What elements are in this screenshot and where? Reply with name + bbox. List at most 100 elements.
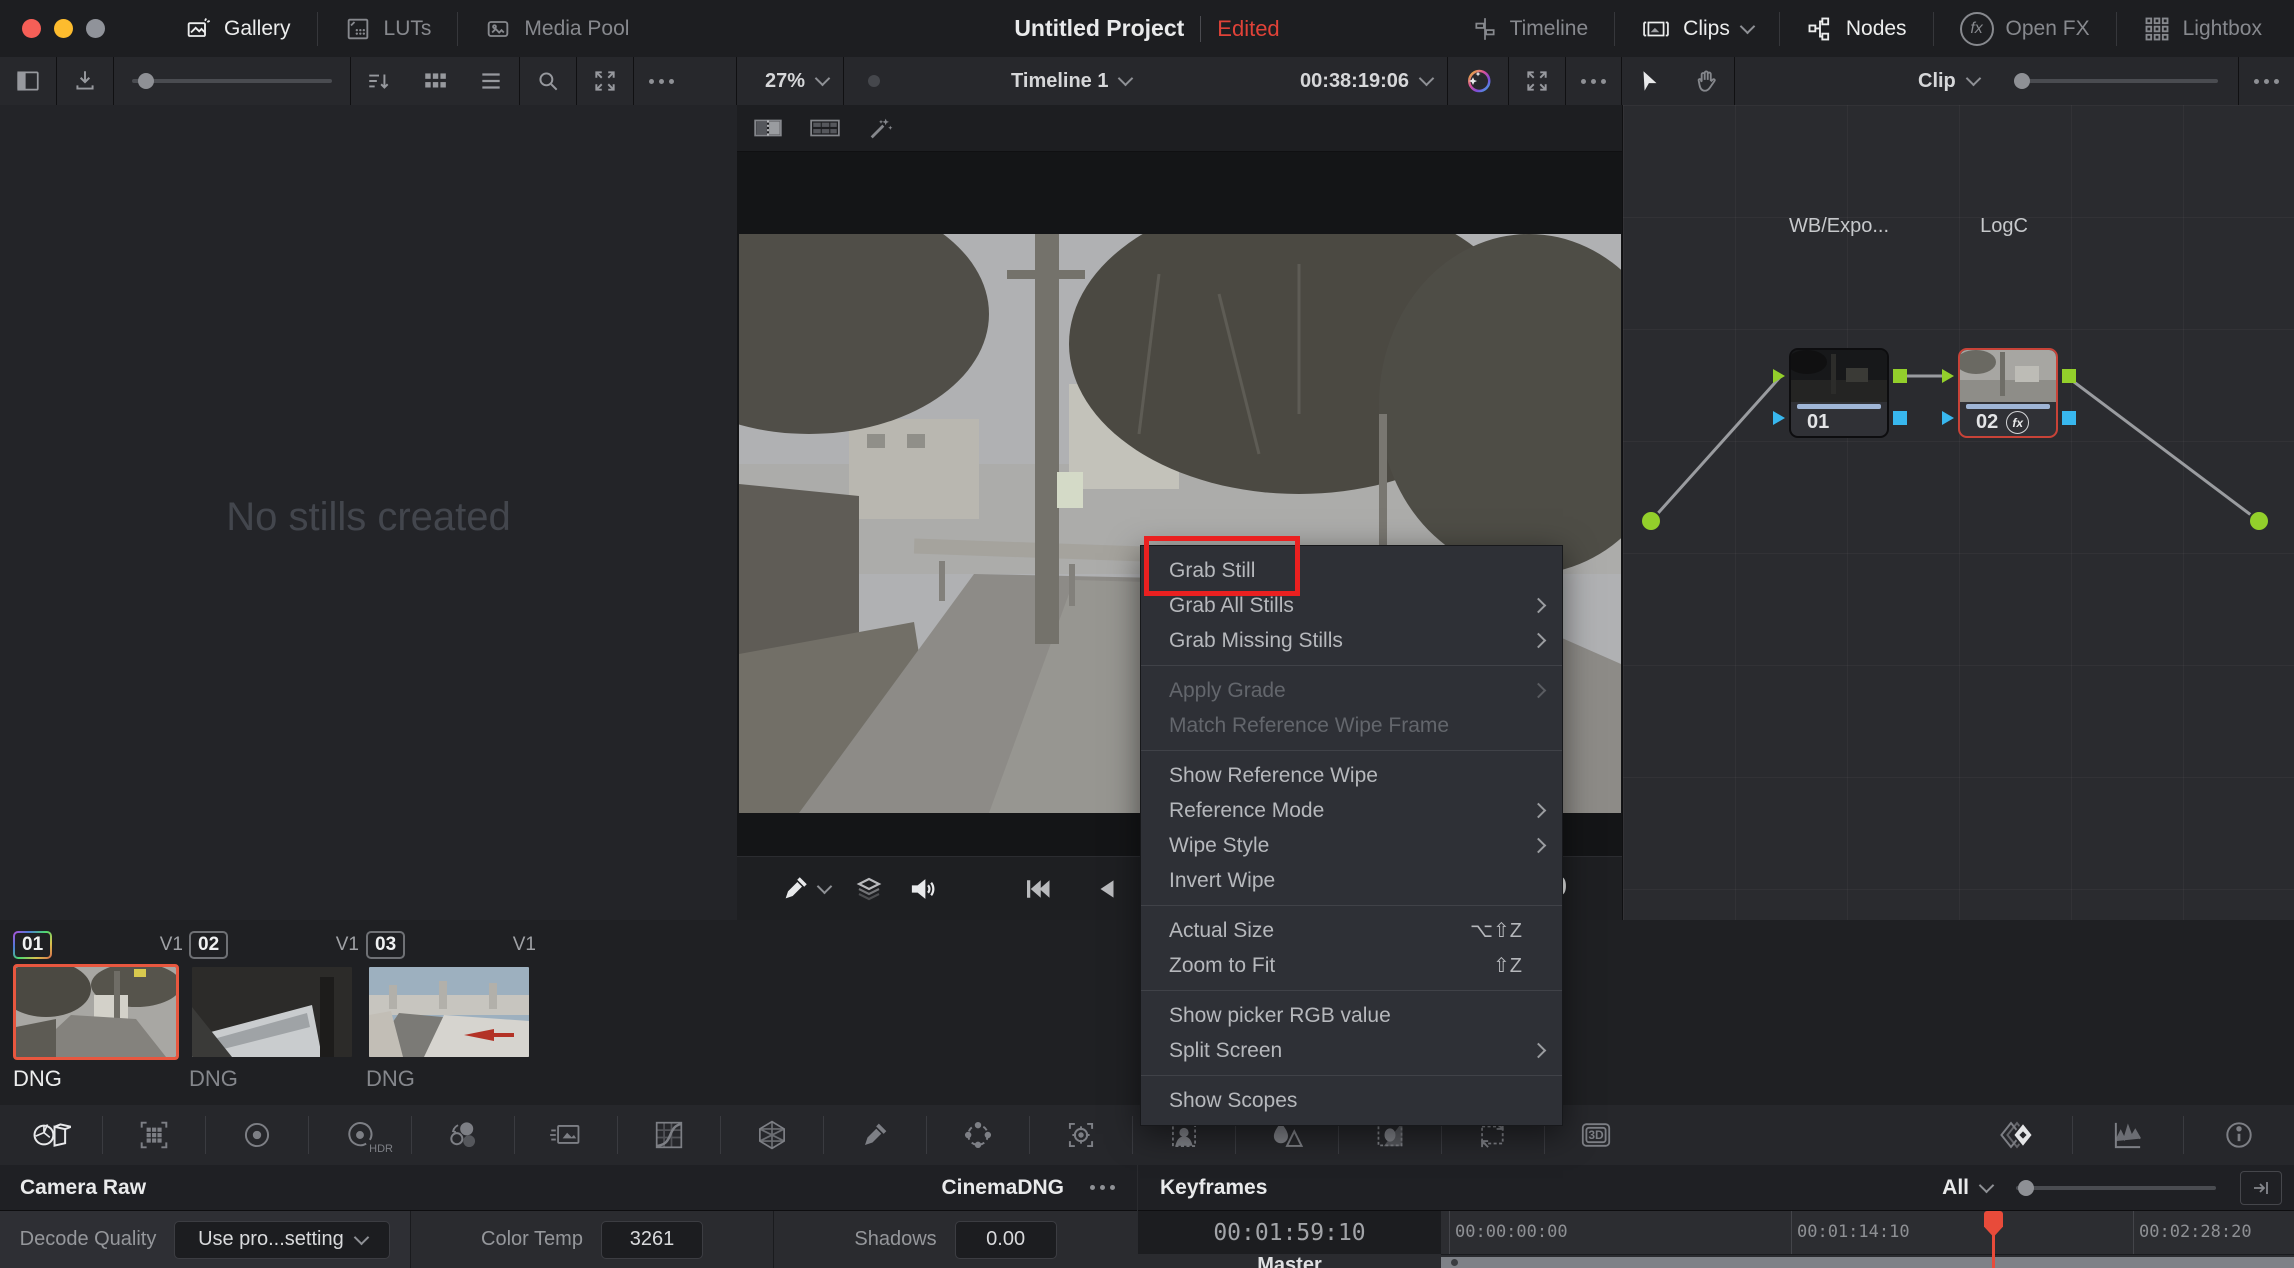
node-02-selected[interactable]: 02 fx bbox=[1958, 348, 2058, 438]
node-more-options-icon[interactable] bbox=[2239, 57, 2294, 105]
tab-lightbox[interactable]: Lightbox bbox=[2117, 0, 2288, 57]
power-window-palette-button[interactable] bbox=[927, 1105, 1029, 1165]
grid-view-button[interactable] bbox=[407, 57, 463, 105]
search-icon[interactable] bbox=[520, 57, 576, 105]
layers-icon[interactable] bbox=[854, 874, 884, 904]
viewer-more-options-icon[interactable] bbox=[1566, 57, 1621, 105]
color-slice-palette-button[interactable] bbox=[515, 1105, 617, 1165]
tab-media-pool[interactable]: Media Pool bbox=[458, 0, 655, 57]
list-view-button[interactable] bbox=[463, 57, 519, 105]
timecode-display[interactable]: 00:38:19:06 bbox=[1285, 57, 1447, 105]
chevron-down-icon bbox=[1979, 1177, 1995, 1193]
node-01[interactable]: 01 bbox=[1789, 348, 1889, 438]
tracker-palette-button[interactable] bbox=[1030, 1105, 1132, 1165]
color-match-palette-button[interactable] bbox=[412, 1105, 514, 1165]
camera-raw-palette-button[interactable] bbox=[0, 1105, 102, 1165]
submenu-arrow-icon bbox=[1531, 1043, 1547, 1059]
submenu-arrow-icon bbox=[1531, 633, 1547, 649]
pan-hand-button[interactable] bbox=[1678, 57, 1734, 105]
qualifier-palette-button[interactable] bbox=[824, 1105, 926, 1165]
menu-item-reference-mode[interactable]: Reference Mode bbox=[1141, 793, 1562, 828]
chevron-down-icon[interactable] bbox=[817, 879, 833, 895]
color-boost-icon[interactable] bbox=[1448, 57, 1508, 105]
clip-number-badge: 01 bbox=[13, 931, 52, 959]
decode-quality-select[interactable]: Use pro...setting bbox=[174, 1221, 390, 1259]
thumbnail-size-slider[interactable] bbox=[132, 79, 332, 83]
tab-nodes[interactable]: Nodes bbox=[1780, 0, 1933, 57]
zoom-window-button[interactable] bbox=[86, 19, 105, 38]
minimize-window-button[interactable] bbox=[54, 19, 73, 38]
hdr-palette-button[interactable]: HDR bbox=[309, 1105, 411, 1165]
audio-mute-icon[interactable] bbox=[908, 874, 938, 904]
tab-luts[interactable]: LUTs bbox=[318, 0, 458, 57]
camera-raw-more-options-icon[interactable] bbox=[1090, 1185, 1115, 1190]
menu-item-show-picker-rgb-value[interactable]: Show picker RGB value bbox=[1141, 998, 1562, 1033]
menu-separator bbox=[1141, 905, 1562, 906]
wipe-compare-icon[interactable] bbox=[753, 115, 783, 141]
shadows-label: Shadows bbox=[854, 1228, 936, 1251]
menu-item-show-reference-wipe[interactable]: Show Reference Wipe bbox=[1141, 758, 1562, 793]
color-chart-palette-button[interactable] bbox=[103, 1105, 205, 1165]
menu-item-grab-missing-stills[interactable]: Grab Missing Stills bbox=[1141, 623, 1562, 658]
menu-item-zoom-to-fit[interactable]: Zoom to Fit⇧Z bbox=[1141, 948, 1562, 983]
menu-item-actual-size[interactable]: Actual Size⌥⇧Z bbox=[1141, 913, 1562, 948]
node-view-mode-select[interactable]: Clip bbox=[1903, 57, 1994, 105]
menu-item-show-scopes[interactable]: Show Scopes bbox=[1141, 1083, 1562, 1118]
menu-item-wipe-style[interactable]: Wipe Style bbox=[1141, 828, 1562, 863]
keyframes-current-timecode: 00:01:59:10 bbox=[1138, 1211, 1442, 1254]
go-to-start-button[interactable] bbox=[1022, 874, 1052, 904]
tab-label: Clips bbox=[1683, 17, 1730, 41]
split-screen-grid-icon[interactable] bbox=[809, 115, 841, 141]
chevron-down-icon bbox=[815, 71, 831, 87]
clip-track-label: V1 bbox=[513, 934, 536, 956]
select-cursor-button[interactable] bbox=[1622, 57, 1678, 105]
viewer-zoom-select[interactable]: 27% bbox=[737, 57, 843, 105]
tab-label: Lightbox bbox=[2183, 17, 2262, 41]
keyframes-track-band[interactable] bbox=[1441, 1257, 2294, 1268]
gallery-panel-toggle-button[interactable] bbox=[0, 57, 56, 105]
tab-open-fx[interactable]: fx Open FX bbox=[1934, 0, 2116, 57]
enhance-wand-icon[interactable] bbox=[867, 114, 895, 142]
node-zoom-slider[interactable] bbox=[2014, 79, 2218, 83]
menu-item-split-screen[interactable]: Split Screen bbox=[1141, 1033, 1562, 1068]
color-wheels-palette-button[interactable] bbox=[206, 1105, 308, 1165]
scopes-panel-button[interactable] bbox=[2073, 1105, 2183, 1165]
color-temp-input[interactable]: 3261 bbox=[601, 1221, 703, 1259]
expand-panel-icon[interactable] bbox=[577, 57, 633, 105]
tab-clips[interactable]: Clips bbox=[1615, 0, 1779, 57]
grab-still-button[interactable] bbox=[57, 57, 113, 105]
submenu-arrow-icon bbox=[1531, 803, 1547, 819]
viewer-context-menu: Grab Still Grab All Stills Grab Missing … bbox=[1140, 545, 1563, 1126]
node-cache-bar bbox=[1966, 404, 2050, 409]
title-bar: Gallery LUTs Media Pool Untitled Project bbox=[0, 0, 2294, 58]
decode-quality-value: Use pro...setting bbox=[198, 1228, 344, 1251]
clip-thumbnail-03[interactable]: 03 V1 DNG bbox=[366, 930, 536, 1092]
ruler-timecode: 00:00:00:00 bbox=[1455, 1222, 1568, 1242]
clip-thumbnail-01[interactable]: 01 V1 DNG bbox=[13, 930, 183, 1092]
color-temp-value: 3261 bbox=[630, 1228, 675, 1251]
color-picker-icon[interactable] bbox=[781, 875, 809, 903]
tab-gallery[interactable]: Gallery bbox=[158, 0, 317, 57]
info-button[interactable] bbox=[2184, 1105, 2294, 1165]
viewer-expand-icon[interactable] bbox=[1509, 57, 1565, 105]
shadows-input[interactable]: 0.00 bbox=[955, 1221, 1057, 1259]
tab-timeline[interactable]: Timeline bbox=[1446, 0, 1615, 57]
tab-label: LUTs bbox=[384, 17, 432, 41]
keyframes-zoom-slider[interactable] bbox=[2016, 1186, 2216, 1190]
sort-icon[interactable] bbox=[351, 57, 407, 105]
go-to-playhead-icon[interactable] bbox=[2240, 1171, 2282, 1205]
clip-thumbnail-02[interactable]: 02 V1 DNG bbox=[189, 930, 359, 1092]
keyframes-ruler[interactable]: 00:00:00:00 00:01:14:10 00:02:28:20 bbox=[1441, 1211, 2294, 1255]
more-options-icon[interactable] bbox=[634, 57, 689, 105]
node-fx-badge: fx bbox=[2006, 411, 2029, 434]
warper-palette-button[interactable] bbox=[721, 1105, 823, 1165]
play-reverse-button[interactable] bbox=[1094, 876, 1120, 902]
close-window-button[interactable] bbox=[22, 19, 41, 38]
status-dot bbox=[868, 75, 880, 87]
gallery-stills-panel: No stills created bbox=[0, 105, 738, 920]
keyframes-filter-select[interactable]: All bbox=[1942, 1176, 1992, 1200]
timeline-select[interactable]: Timeline 1 bbox=[996, 57, 1146, 105]
menu-item-invert-wipe[interactable]: Invert Wipe bbox=[1141, 863, 1562, 898]
keyframes-panel-button[interactable] bbox=[1962, 1105, 2072, 1165]
curves-palette-button[interactable] bbox=[618, 1105, 720, 1165]
